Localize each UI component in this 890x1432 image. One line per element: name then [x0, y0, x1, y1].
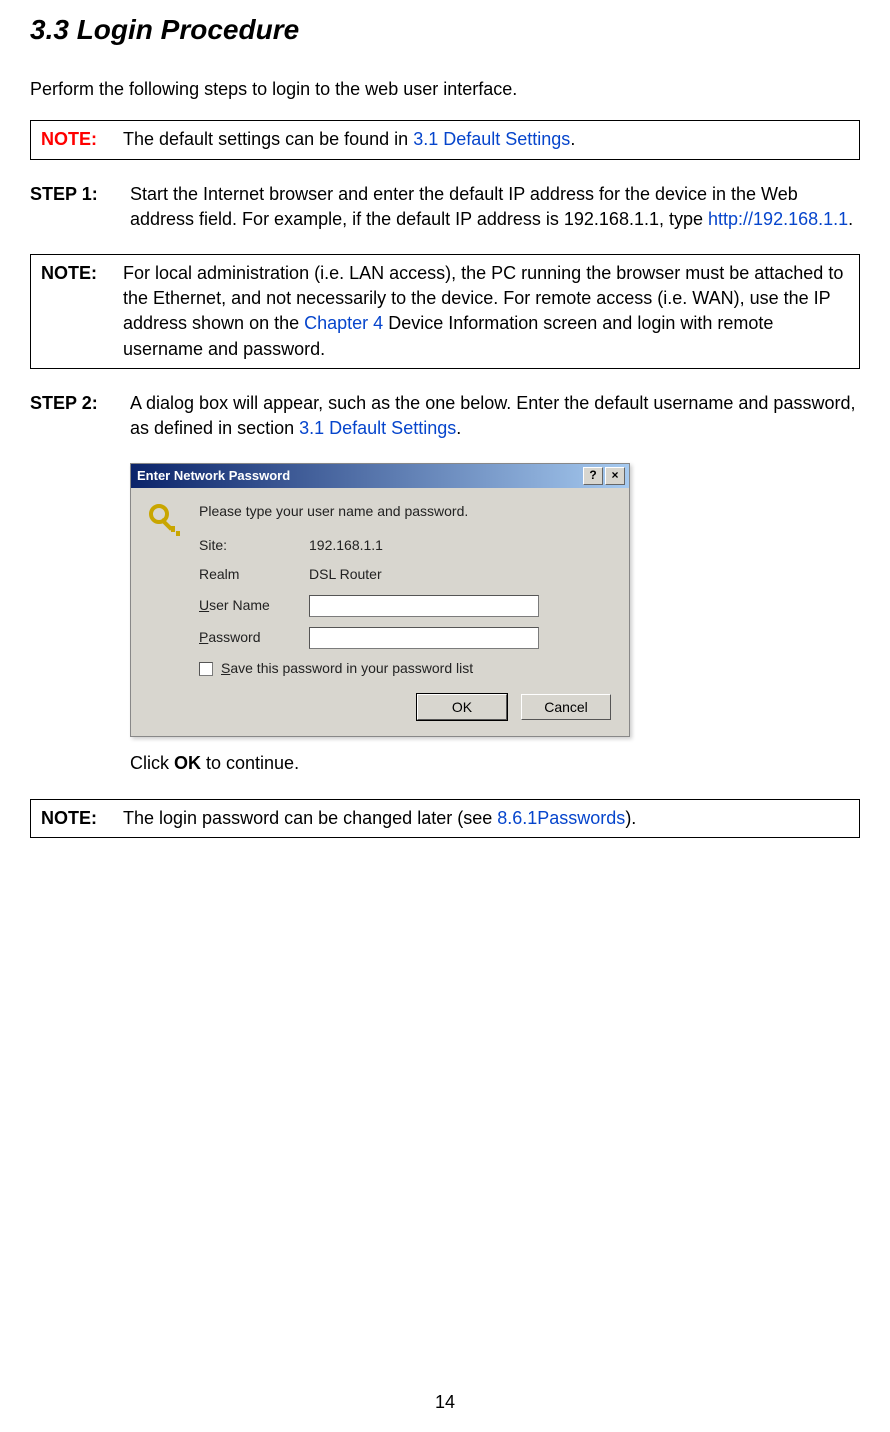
- key-icon: [147, 502, 183, 720]
- cancel-button[interactable]: Cancel: [521, 694, 611, 720]
- note-body: The default settings can be found in 3.1…: [123, 127, 849, 152]
- step-1-body: Start the Internet browser and enter the…: [130, 182, 860, 232]
- note-box-1: NOTE: The default settings can be found …: [30, 120, 860, 159]
- password-label: Password: [199, 628, 309, 648]
- note1-text-a: The default settings can be found in: [123, 129, 413, 149]
- link-default-settings-2[interactable]: 3.1 Default Settings: [299, 418, 456, 438]
- dialog-titlebar: Enter Network Password ? ×: [131, 464, 629, 488]
- click-ok-text: Click OK to continue.: [130, 751, 860, 776]
- realm-value: DSL Router: [309, 565, 382, 585]
- step-1: STEP 1: Start the Internet browser and e…: [30, 182, 860, 232]
- step-1-label: STEP 1:: [30, 182, 130, 232]
- intro-text: Perform the following steps to login to …: [30, 77, 860, 102]
- note-label: NOTE:: [41, 127, 123, 152]
- link-chapter-4[interactable]: Chapter 4: [304, 313, 383, 333]
- step1-text-a: Start the Internet browser and enter the…: [130, 184, 798, 229]
- step-2-body: A dialog box will appear, such as the on…: [130, 391, 860, 441]
- note-label: NOTE:: [41, 806, 123, 831]
- site-value: 192.168.1.1: [309, 536, 383, 556]
- password-dialog: Enter Network Password ? × Please type y…: [130, 463, 630, 737]
- username-label: User Name: [199, 596, 309, 616]
- note-body: For local administration (i.e. LAN acces…: [123, 261, 849, 362]
- note-body: The login password can be changed later …: [123, 806, 849, 831]
- note-box-3: NOTE: The login password can be changed …: [30, 799, 860, 838]
- note3-text-a: The login password can be changed later …: [123, 808, 497, 828]
- dialog-title: Enter Network Password: [135, 467, 581, 485]
- site-label: Site:: [199, 536, 309, 556]
- save-password-checkbox[interactable]: [199, 662, 213, 676]
- note-label: NOTE:: [41, 261, 123, 362]
- step2-text-b: .: [456, 418, 461, 438]
- link-default-settings[interactable]: 3.1 Default Settings: [413, 129, 570, 149]
- note-box-2: NOTE: For local administration (i.e. LAN…: [30, 254, 860, 369]
- help-button[interactable]: ?: [583, 467, 603, 485]
- dialog-prompt: Please type your user name and password.: [199, 502, 611, 522]
- password-input[interactable]: [309, 627, 539, 649]
- close-button[interactable]: ×: [605, 467, 625, 485]
- page-number: 14: [0, 1390, 890, 1415]
- step2-text-a: A dialog box will appear, such as the on…: [130, 393, 855, 438]
- step-2-label: STEP 2:: [30, 391, 130, 441]
- section-heading: 3.3 Login Procedure: [30, 10, 860, 49]
- username-input[interactable]: [309, 595, 539, 617]
- step1-text-b: .: [848, 209, 853, 229]
- note3-text-b: ).: [625, 808, 636, 828]
- step-2: STEP 2: A dialog box will appear, such a…: [30, 391, 860, 441]
- save-password-label: Save this password in your password list: [221, 659, 473, 679]
- link-passwords[interactable]: 8.6.1Passwords: [497, 808, 625, 828]
- link-ip-address[interactable]: http://192.168.1.1: [708, 209, 848, 229]
- note1-text-b: .: [570, 129, 575, 149]
- realm-label: Realm: [199, 565, 309, 585]
- ok-button[interactable]: OK: [417, 694, 507, 720]
